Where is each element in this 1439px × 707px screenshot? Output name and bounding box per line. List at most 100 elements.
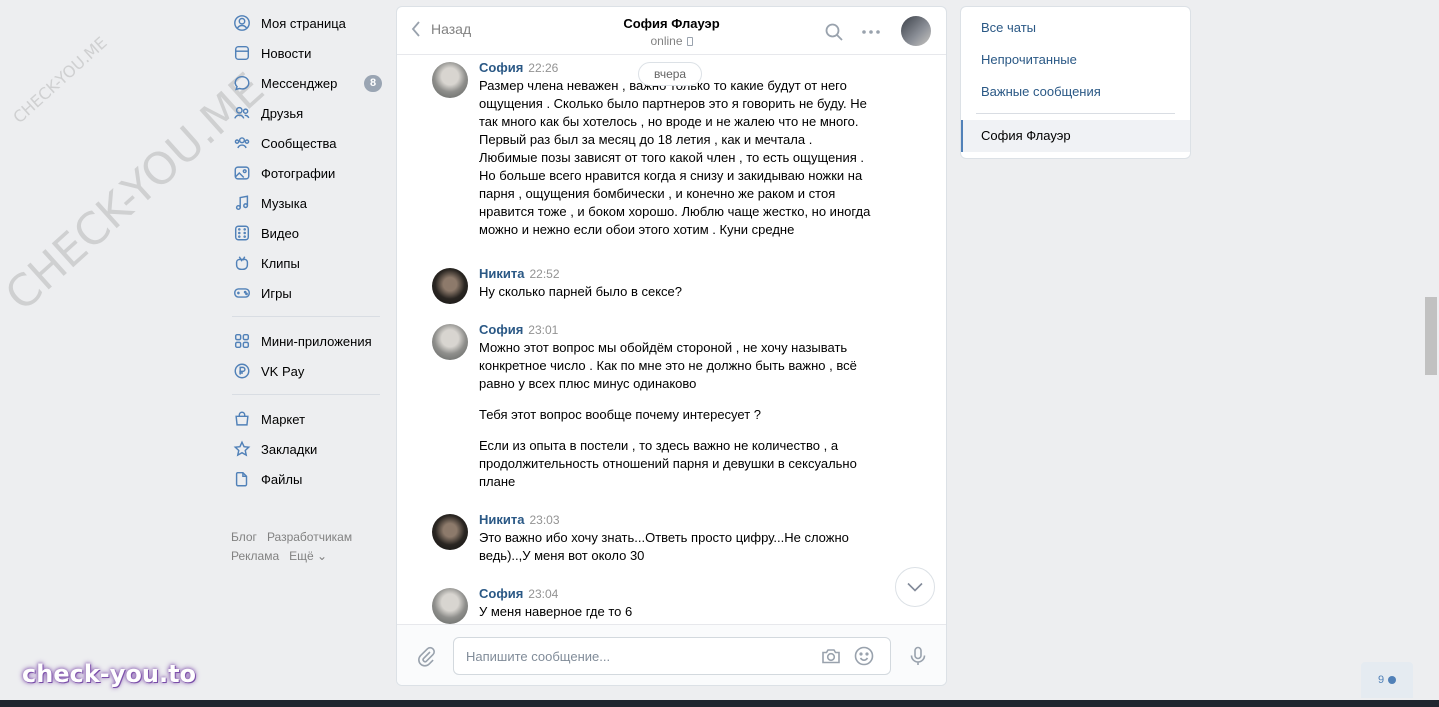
nav-item-video[interactable]: Видео	[230, 218, 390, 248]
music-icon	[232, 193, 252, 213]
scroll-down-button[interactable]	[895, 567, 935, 607]
nav-label: Новости	[261, 45, 312, 61]
nav-item-market[interactable]: Маркет	[230, 404, 390, 434]
active-chat-item[interactable]: София Флауэр	[961, 120, 1190, 152]
message-time: 23:01	[528, 323, 559, 337]
nav-item-friends[interactable]: Друзья	[230, 98, 390, 128]
file-icon	[232, 469, 252, 489]
left-navigation: Моя страница Новости Мессенджер 8 Друзья…	[230, 8, 390, 494]
avatar[interactable]	[432, 324, 468, 360]
nav-item-mini-apps[interactable]: Мини-приложения	[230, 326, 390, 356]
nav-item-files[interactable]: Файлы	[230, 464, 390, 494]
nav-divider	[232, 316, 380, 317]
message-author[interactable]: Никита	[479, 266, 524, 281]
nav-item-music[interactable]: Музыка	[230, 188, 390, 218]
gamepad-icon	[232, 283, 252, 303]
camera-icon[interactable]	[820, 645, 842, 667]
message-author[interactable]: Никита	[479, 512, 524, 527]
nav-label: Музыка	[261, 195, 307, 211]
star-icon	[232, 439, 252, 459]
nav-label: VK Pay	[261, 363, 305, 379]
message-history: София 22:26 Размер члена неважен , важно …	[397, 56, 946, 624]
peer-status-text: online	[650, 34, 683, 48]
message: София 22:26 Размер члена неважен , важно …	[432, 59, 872, 239]
nav-item-clips[interactable]: Клипы	[230, 248, 390, 278]
peer-avatar[interactable]	[901, 16, 931, 46]
message-text: Это важно ибо хочу знать...Ответь просто…	[479, 529, 872, 565]
brand-watermark: check-you.to	[22, 660, 197, 688]
market-icon	[232, 409, 252, 429]
mobile-icon	[686, 37, 693, 46]
message-paragraph: Можно этот вопрос мы обойдём стороной , …	[479, 340, 857, 391]
date-separator: вчера	[638, 62, 703, 86]
message-text: Размер члена неважен , важно только то к…	[479, 77, 872, 239]
message-paragraph: Это важно ибо хочу знать...Ответь просто…	[479, 530, 849, 563]
avatar[interactable]	[432, 514, 468, 550]
message: Никита 22:52 Ну сколько парней было в сек…	[432, 265, 872, 304]
nav-label: Видео	[261, 225, 299, 241]
nav-label: Мини-приложения	[261, 333, 372, 349]
message: София 23:04 У меня наверное где то 6	[432, 585, 872, 624]
message-icon	[232, 73, 252, 93]
clips-icon	[232, 253, 252, 273]
nav-label: Закладки	[261, 441, 318, 457]
nav-label: Игры	[261, 285, 292, 301]
vkpay-icon	[232, 361, 252, 381]
nav-item-bookmarks[interactable]: Закладки	[230, 434, 390, 464]
watermark-small: CHECK-YOU.ME	[9, 33, 111, 128]
footer-link-more[interactable]: Ещё ⌄	[289, 549, 327, 563]
message-input[interactable]	[466, 647, 806, 665]
message-time: 23:04	[528, 587, 559, 601]
nav-item-news[interactable]: Новости	[230, 38, 390, 68]
footer-link-developers[interactable]: Разработчикам	[267, 530, 352, 544]
filter-important[interactable]: Важные сообщения	[961, 76, 1190, 108]
avatar[interactable]	[432, 588, 468, 624]
nav-item-messenger[interactable]: Мессенджер 8	[230, 68, 390, 98]
nav-item-vk-pay[interactable]: VK Pay	[230, 356, 390, 386]
more-icon[interactable]	[861, 22, 881, 42]
filter-divider	[976, 113, 1175, 114]
message-author[interactable]: София	[479, 586, 523, 601]
message: София 23:01 Можно этот вопрос мы обойдём …	[432, 321, 872, 491]
message-paragraph: Размер члена неважен , важно только то к…	[479, 78, 871, 237]
apps-icon	[232, 331, 252, 351]
microphone-icon[interactable]	[907, 645, 929, 667]
nav-label: Мессенджер	[261, 75, 338, 91]
footer-links: Блог Разработчикам Реклама Ещё ⌄	[231, 528, 391, 566]
footer-link-ads[interactable]: Реклама	[231, 549, 279, 563]
avatar[interactable]	[432, 62, 468, 98]
attach-icon[interactable]	[415, 645, 437, 667]
communities-icon	[232, 133, 252, 153]
chat-filters-panel: Все чаты Непрочитанные Важные сообщения …	[960, 6, 1191, 159]
chat-panel: Назад София Флауэр online вчера София 22:…	[396, 6, 947, 686]
message-time: 23:03	[529, 513, 560, 527]
filter-unread[interactable]: Непрочитанные	[961, 44, 1190, 76]
nav-label: Друзья	[261, 105, 304, 121]
page-scrollbar[interactable]	[1425, 297, 1437, 375]
avatar[interactable]	[432, 268, 468, 304]
nav-item-communities[interactable]: Сообщества	[230, 128, 390, 158]
message: Никита 23:03 Это важно ибо хочу знать...О…	[432, 511, 872, 565]
nav-divider	[232, 394, 380, 395]
nav-item-games[interactable]: Игры	[230, 278, 390, 308]
message-paragraph: Ну сколько парней было в сексе?	[479, 284, 682, 299]
photo-icon	[232, 163, 252, 183]
chat-header: Назад София Флауэр online	[397, 7, 946, 55]
unread-badge: 8	[364, 75, 382, 92]
online-friends-counter[interactable]: 9	[1361, 662, 1413, 698]
person-icon	[1388, 676, 1397, 684]
chevron-down-icon	[907, 582, 923, 592]
message-text: У меня наверное где то 6	[479, 603, 872, 621]
search-icon[interactable]	[824, 22, 844, 42]
filter-all-chats[interactable]: Все чаты	[961, 12, 1190, 44]
os-taskbar	[0, 700, 1439, 707]
nav-item-photos[interactable]: Фотографии	[230, 158, 390, 188]
friends-icon	[232, 103, 252, 123]
emoji-icon[interactable]	[853, 645, 875, 667]
message-author[interactable]: София	[479, 60, 523, 75]
message-time: 22:26	[528, 61, 559, 75]
message-author[interactable]: София	[479, 322, 523, 337]
message-input-box[interactable]	[453, 637, 891, 675]
footer-link-blog[interactable]: Блог	[231, 530, 257, 544]
nav-item-my-page[interactable]: Моя страница	[230, 8, 390, 38]
